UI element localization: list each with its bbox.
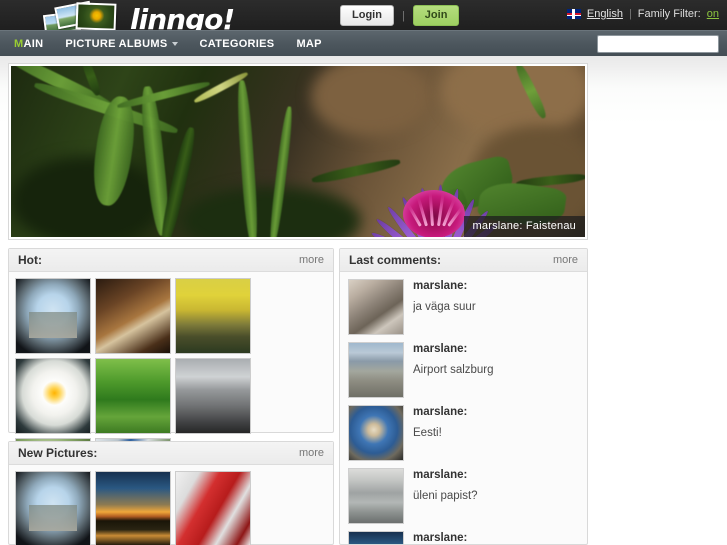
comment-author[interactable]: marslane: — [413, 280, 579, 292]
new-pictures-panel-header: New Pictures: more — [9, 442, 333, 465]
language-selector[interactable]: English — [587, 8, 623, 20]
new-pictures-more-link[interactable]: more — [299, 447, 324, 459]
comment-body: marslane: Eesti! — [413, 405, 579, 461]
nav-item-label: CATEGORIES — [199, 37, 275, 50]
nav-item-main[interactable]: MAIN — [14, 38, 57, 50]
thumbnail-black-white-mountain[interactable] — [175, 358, 251, 434]
content-container: marslane: Faistenau Hot: more New Pictur… — [0, 56, 596, 545]
top-bar: linngo! Login | Join English | Family Fi… — [0, 0, 727, 36]
nav-item-label: MAP — [296, 37, 322, 50]
nav-item-map[interactable]: MAP — [296, 38, 335, 50]
hot-more-link[interactable]: more — [299, 254, 324, 266]
family-filter-label: Family Filter: — [637, 8, 701, 20]
new-pictures-panel-title: New Pictures: — [18, 446, 98, 460]
comment-author[interactable]: marslane: — [413, 343, 579, 355]
comment-text: Eesti! — [413, 427, 442, 439]
comment-item: marslane: üleni papist? — [340, 461, 587, 524]
comment-avatar-globe-photo[interactable] — [348, 405, 404, 461]
auth-separator: | — [401, 9, 405, 22]
thumbnail-yellow-autumn-tree[interactable] — [175, 278, 251, 354]
auth-controls: Login | Join — [340, 5, 460, 26]
nav-item-label: PICTURE ALBUMS — [65, 37, 168, 50]
last-comments-panel-title: Last comments: — [349, 253, 442, 267]
uk-flag-icon — [566, 9, 581, 19]
comment-item: marslane: — [340, 524, 587, 544]
comment-body: marslane: — [413, 531, 579, 544]
comment-text: Airport salzburg — [413, 364, 494, 376]
stacked-photos-icon — [42, 0, 122, 36]
comment-author[interactable]: marslane: — [413, 406, 579, 418]
family-filter-toggle[interactable]: on — [707, 8, 719, 20]
last-comments-panel-header: Last comments: more — [340, 249, 587, 272]
comment-avatar-landscape-photo[interactable] — [348, 531, 404, 544]
comment-item: marslane: Eesti! — [340, 398, 587, 461]
site-logo[interactable]: linngo! — [42, 0, 235, 36]
thumbnail-bmx-bike-fisheye[interactable] — [15, 471, 91, 545]
comment-body: marslane: Airport salzburg — [413, 342, 579, 398]
hot-panel: Hot: more — [8, 248, 334, 514]
comment-body: marslane: ja väga suur — [413, 279, 579, 335]
nav-main-rest: AIN — [23, 37, 44, 50]
comment-text: üleni papist? — [413, 490, 478, 502]
login-button[interactable]: Login — [340, 5, 394, 26]
comment-author[interactable]: marslane: — [413, 532, 579, 544]
featured-photo[interactable]: marslane: Faistenau — [8, 63, 588, 240]
thumbnail-lake-sunset[interactable] — [95, 471, 171, 545]
hot-panel-header: Hot: more — [9, 249, 333, 272]
comment-avatar-aerial-city-photo[interactable] — [348, 342, 404, 398]
join-button[interactable]: Join — [412, 5, 460, 26]
page-body: marslane: Faistenau Hot: more New Pictur… — [0, 56, 727, 545]
comment-avatar-car-photo[interactable] — [348, 468, 404, 524]
nav-item-categories[interactable]: CATEGORIES — [200, 38, 289, 50]
last-comments-panel: Last comments: more marslane: ja väga su… — [339, 248, 588, 545]
last-comments-more-link[interactable]: more — [553, 254, 578, 266]
search-input[interactable] — [598, 36, 727, 52]
comment-item: marslane: Airport salzburg — [340, 335, 587, 398]
header-settings: English | Family Filter: on — [566, 8, 719, 20]
nav-item-list: MAIN PICTURE ALBUMS CATEGORIES MAP — [0, 38, 344, 50]
main-navigation: MAIN PICTURE ALBUMS CATEGORIES MAP ⌕ — [0, 30, 727, 56]
search-box[interactable]: ⌕ — [597, 35, 727, 53]
comment-item: marslane: ja väga suur — [340, 272, 587, 335]
comment-avatar-cat-photo[interactable] — [348, 279, 404, 335]
comment-author[interactable]: marslane: — [413, 469, 579, 481]
hot-panel-title: Hot: — [18, 253, 42, 267]
thumbnail-bmx-bike-fisheye[interactable] — [15, 278, 91, 354]
new-pictures-thumbnail-grid — [9, 465, 333, 545]
featured-photo-image: marslane: Faistenau — [11, 66, 585, 237]
thumbnail-red-macaw-parrot[interactable] — [175, 471, 251, 545]
chevron-down-icon — [171, 41, 178, 46]
settings-separator: | — [628, 8, 632, 20]
thumbnail-white-water-lily[interactable] — [15, 358, 91, 434]
thumbnail-wooden-cellar-interior[interactable] — [95, 278, 171, 354]
comment-text: ja väga suur — [413, 301, 476, 313]
nav-item-picture-albums[interactable]: PICTURE ALBUMS — [65, 38, 191, 50]
comments-list: marslane: ja väga suur marslane: Airport… — [340, 272, 587, 544]
thumbnail-green-forest-park[interactable] — [95, 358, 171, 434]
featured-photo-caption: marslane: Faistenau — [463, 216, 585, 237]
new-pictures-panel: New Pictures: more — [8, 441, 334, 545]
comment-body: marslane: üleni papist? — [413, 468, 579, 524]
logo-photo-3 — [75, 2, 117, 31]
